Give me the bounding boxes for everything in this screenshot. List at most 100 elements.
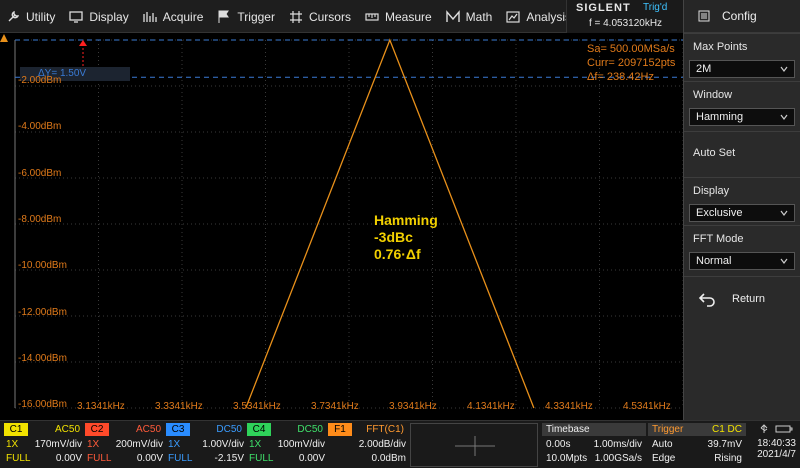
channel-c1[interactable]: C1 AC50 1X 170mV/div FULL 0.00V [2, 423, 82, 467]
panel-title: Config [684, 0, 800, 33]
chevron-down-icon [780, 258, 788, 264]
channel-probe: 1X [87, 439, 100, 450]
channel-bandwidth: FULL [6, 453, 31, 464]
menu-math-label: Math [465, 9, 493, 24]
channel-bandwidth: FULL [249, 453, 274, 464]
system-date: 2021/4/7 [757, 449, 796, 460]
max-points-select[interactable]: 2M [689, 60, 795, 78]
fft-mode-group: FFT Mode Normal [684, 225, 800, 275]
chevron-down-icon [780, 210, 788, 216]
channel-f1[interactable]: F1 FFT(C1) 2.00dB/div 0.0dBm [326, 423, 406, 467]
return-button[interactable]: Return [684, 276, 800, 320]
trigger-level: 39.7mV [707, 439, 742, 450]
channel-scale: 1.00V/div [202, 439, 244, 450]
channel-offset: 0.00V [298, 453, 325, 464]
config-panel: Config Max Points 2M Window Hamming Auto… [683, 0, 800, 420]
channel-probe: 1X [6, 439, 19, 450]
return-arrow-icon [698, 292, 715, 307]
display-icon [69, 10, 83, 23]
panel-title-label: Config [722, 9, 757, 23]
channel-c3[interactable]: C3 DC50 1X 1.00V/div FULL -2.15V [164, 423, 244, 467]
channel-offset: -2.15V [214, 453, 244, 464]
usb-icon [760, 424, 793, 433]
brand-logo: SIGLENT [576, 2, 631, 14]
menu-measure[interactable]: Measure [359, 0, 440, 33]
channel-coupling: DC50 [297, 424, 323, 435]
trigger-level-marker-icon[interactable] [0, 34, 8, 42]
window-select[interactable]: Hamming [689, 108, 795, 126]
channel-tag: C3 [166, 423, 190, 436]
y-tick-label: -10.00dBm [18, 260, 67, 272]
max-points-label: Max Points [693, 41, 748, 53]
fft-plot [14, 38, 683, 409]
channel-scale: 170mV/div [34, 439, 82, 450]
auto-set-label: Auto Set [693, 147, 736, 159]
channel-bandwidth: FULL [87, 453, 112, 464]
brand-status: SIGLENT Trig'd f = 4.053120kHz [566, 0, 683, 33]
trigger-block[interactable]: Trigger C1 DC Auto 39.7mV Edge Rising [648, 423, 746, 467]
fft-mode-select[interactable]: Normal [689, 252, 795, 270]
utility-icon [8, 10, 20, 21]
menu-utility[interactable]: Utility [0, 0, 63, 33]
timebase-scale: 1.00ms/div [593, 439, 642, 450]
channel-c2[interactable]: C2 AC50 1X 200mV/div FULL 0.00V [83, 423, 163, 467]
return-label: Return [732, 292, 766, 305]
frequency-resolution: Δf= 238.42Hz [587, 71, 654, 83]
x-tick-label: 4.5341kHz [623, 401, 671, 412]
x-tick-label: 4.3341kHz [545, 401, 593, 412]
trigger-source: C1 DC [711, 424, 742, 435]
display-mode-select[interactable]: Exclusive [689, 204, 795, 222]
menu-trigger[interactable]: Trigger [211, 0, 283, 33]
window-annotation: Hamming -3dBc 0.76·Δf [374, 212, 438, 263]
y-tick-label: -8.00dBm [18, 213, 62, 225]
measure-icon [365, 12, 379, 21]
x-tick-label: 3.9341kHz [389, 401, 437, 412]
navigation-crosshair[interactable] [410, 423, 538, 467]
channel-tag: C2 [85, 423, 109, 436]
menu-cursors[interactable]: Cursors [283, 0, 359, 33]
channel-scale: 2.00dB/div [358, 439, 406, 450]
channel-scale: 200mV/div [115, 439, 163, 450]
x-tick-label: 4.1341kHz [467, 401, 515, 412]
channel-c4[interactable]: C4 DC50 1X 100mV/div FULL 0.00V [245, 423, 325, 467]
channel-bandwidth: FULL [168, 453, 193, 464]
timebase-title: Timebase [542, 423, 646, 436]
y-tick-label: -6.00dBm [18, 167, 62, 179]
trigger-mode: Auto [652, 439, 673, 450]
max-points-value: 2M [696, 63, 712, 75]
config-icon [698, 10, 710, 22]
auto-set-button[interactable]: Auto Set [684, 131, 800, 177]
cursors-icon [289, 10, 302, 23]
crosshair-icon [455, 436, 495, 456]
timebase-rate: 1.00GSa/s [594, 453, 642, 464]
window-label: Window [693, 89, 733, 101]
chevron-down-icon [780, 66, 788, 72]
trigger-header: Trigger C1 DC [648, 423, 746, 436]
status-bar: C1 AC50 1X 170mV/div FULL 0.00V C2 AC50 1X 200mV/… [0, 420, 800, 468]
current-points: Curr= 2097152pts [587, 57, 676, 69]
menu-utility-label: Utility [26, 9, 56, 24]
trigger-icon [218, 10, 230, 23]
menu-trigger-label: Trigger [237, 9, 275, 24]
acquisition-readout: Sa= 500.00MSa/s Curr= 2097152pts Δf= 238… [587, 42, 675, 84]
menu-display[interactable]: Display [63, 0, 136, 33]
menu-math[interactable]: Math [440, 0, 501, 33]
trigger-title: Trigger [652, 424, 684, 435]
chevron-down-icon [780, 114, 788, 120]
channel-offset: 0.00V [136, 453, 163, 464]
display-group: Display Exclusive [684, 177, 800, 227]
acquire-icon [143, 11, 157, 22]
channel-tag: C1 [4, 423, 28, 436]
fft-mode-label: FFT Mode [693, 233, 744, 245]
trigger-slope: Rising [714, 453, 742, 464]
menu-cursors-label: Cursors [308, 9, 351, 24]
annotation-line-2: -3dBc [374, 229, 413, 245]
y-tick-label: -12.00dBm [18, 306, 67, 318]
y-tick-label: -4.00dBm [18, 121, 62, 133]
fft-plot-area[interactable]: ΔY= 1.50V -2.00dBm -4.00dBm -6.00dBm -8.00d… [0, 34, 683, 420]
cursor-arrow-up-icon [79, 40, 87, 46]
display-mode-label: Display [693, 185, 730, 197]
timebase-delay: 0.00s [546, 439, 571, 450]
menu-acquire[interactable]: Acquire [137, 0, 212, 33]
timebase-block[interactable]: Timebase 0.00s 1.00ms/div 10.0Mpts 1.00GSa… [542, 423, 646, 467]
